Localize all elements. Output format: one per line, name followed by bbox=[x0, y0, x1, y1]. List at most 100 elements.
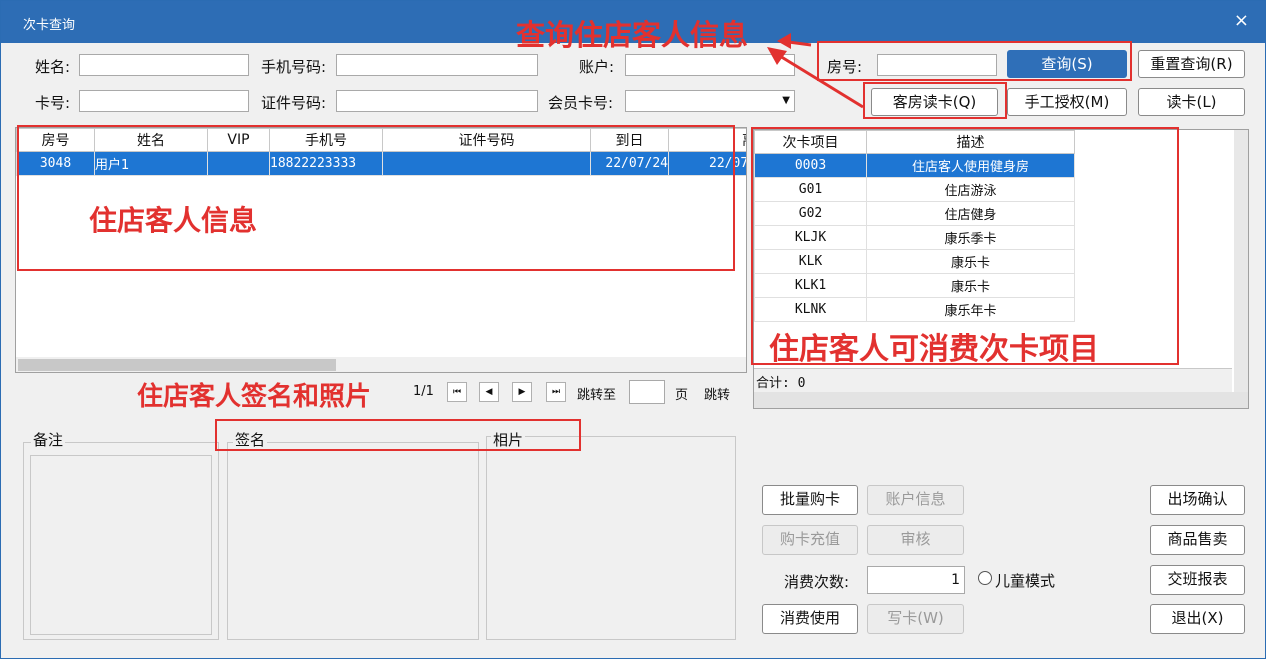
id-no-label: 证件号码: bbox=[261, 94, 327, 112]
table-row[interactable]: KLNK 康乐年卡 bbox=[754, 297, 1075, 322]
consume-count-input[interactable]: 1 bbox=[867, 566, 965, 594]
remark-panel bbox=[23, 442, 219, 640]
reset-query-button[interactable]: 重置查询(R) bbox=[1138, 50, 1245, 78]
table-row[interactable]: G01 住店游泳 bbox=[754, 177, 1075, 202]
card-table-header: 次卡项目 描述 bbox=[754, 130, 1075, 154]
goto-page-input[interactable] bbox=[629, 380, 665, 404]
phone-input[interactable] bbox=[336, 54, 538, 76]
prev-page-icon[interactable]: ◀ bbox=[479, 382, 499, 402]
table-row[interactable]: KLK 康乐卡 bbox=[754, 249, 1075, 274]
cell-vip bbox=[207, 151, 270, 176]
table-row[interactable]: KLJK 康乐季卡 bbox=[754, 225, 1075, 250]
table-row[interactable]: KLK1 康乐卡 bbox=[754, 273, 1075, 298]
cell-name: 用户1 bbox=[94, 151, 208, 176]
card-query-window: 次卡查询 × 姓名: 手机号码: 账户: 房号: 查询(S) 重置查询(R) 卡… bbox=[0, 0, 1266, 659]
close-icon[interactable]: × bbox=[1234, 10, 1249, 31]
cell-desc: 康乐卡 bbox=[866, 273, 1075, 298]
photo-title: 相片 bbox=[491, 429, 526, 450]
cell-code: KLNK bbox=[754, 297, 867, 322]
cell-desc: 康乐季卡 bbox=[866, 225, 1075, 250]
room-input[interactable] bbox=[877, 54, 997, 76]
col-room[interactable]: 房号 bbox=[16, 128, 95, 152]
child-mode-label: 儿童模式 bbox=[995, 572, 1056, 590]
page-unit-label: 页 bbox=[675, 388, 689, 403]
card-horizontal-scrollbar[interactable] bbox=[754, 392, 1248, 408]
col-arrive[interactable]: 到日 bbox=[590, 128, 669, 152]
manual-auth-button[interactable]: 手工授权(M) bbox=[1007, 88, 1127, 116]
window-title: 次卡查询 bbox=[23, 18, 76, 33]
col-name[interactable]: 姓名 bbox=[94, 128, 208, 152]
phone-label: 手机号码: bbox=[261, 58, 327, 76]
card-no-label: 卡号: bbox=[35, 94, 71, 112]
goods-sale-button[interactable]: 商品售卖 bbox=[1150, 525, 1245, 555]
name-label: 姓名: bbox=[35, 58, 71, 76]
annotation-sign-photo: 住店客人签名和照片 bbox=[137, 382, 372, 412]
remark-title: 备注 bbox=[31, 429, 66, 450]
name-input[interactable] bbox=[79, 54, 249, 76]
read-card-button[interactable]: 读卡(L) bbox=[1138, 88, 1245, 116]
room-read-card-button[interactable]: 客房读卡(Q) bbox=[871, 88, 998, 116]
consume-count-label: 消费次数: bbox=[784, 573, 850, 591]
cell-code: KLK1 bbox=[754, 273, 867, 298]
last-page-icon[interactable]: ⏭ bbox=[546, 382, 566, 402]
cell-desc: 住店健身 bbox=[866, 201, 1075, 226]
cell-code: G02 bbox=[754, 201, 867, 226]
scrollbar-thumb[interactable] bbox=[18, 359, 336, 371]
annotation-arrows bbox=[767, 33, 864, 109]
signature-title: 签名 bbox=[233, 429, 268, 450]
cell-code: KLK bbox=[754, 249, 867, 274]
horizontal-scrollbar[interactable] bbox=[16, 357, 746, 372]
cell-desc: 康乐年卡 bbox=[866, 297, 1075, 322]
goto-label: 跳转至 bbox=[577, 388, 617, 403]
col-id[interactable]: 证件号码 bbox=[382, 128, 591, 152]
signature-panel bbox=[227, 442, 479, 640]
col-leave[interactable]: 离 bbox=[668, 128, 746, 152]
audit-button[interactable]: 审核 bbox=[867, 525, 964, 555]
first-page-icon[interactable]: ⏮ bbox=[447, 382, 467, 402]
exit-confirm-button[interactable]: 出场确认 bbox=[1150, 485, 1245, 515]
annotation-query-info: 查询住店客人信息 bbox=[516, 18, 749, 52]
goto-button[interactable]: 跳转 bbox=[704, 384, 730, 403]
child-mode-radio[interactable] bbox=[978, 571, 992, 585]
guest-table-header: 房号 姓名 VIP 手机号 证件号码 到日 离 bbox=[16, 128, 746, 152]
col-phone[interactable]: 手机号 bbox=[269, 128, 383, 152]
cell-phone: 18822223333 bbox=[269, 151, 383, 176]
account-info-button[interactable]: 账户信息 bbox=[867, 485, 964, 515]
cell-room: 3048 bbox=[16, 151, 95, 176]
card-no-input[interactable] bbox=[79, 90, 249, 112]
cell-desc: 康乐卡 bbox=[866, 249, 1075, 274]
arrow-head-short bbox=[777, 33, 791, 49]
id-no-input[interactable] bbox=[336, 90, 538, 112]
cell-code: G01 bbox=[754, 177, 867, 202]
cell-desc: 住店游泳 bbox=[866, 177, 1075, 202]
photo-panel bbox=[486, 436, 736, 640]
member-card-label: 会员卡号: bbox=[548, 94, 614, 112]
exit-button[interactable]: 退出(X) bbox=[1150, 604, 1245, 634]
col-vip[interactable]: VIP bbox=[207, 128, 270, 152]
arrow-line-long bbox=[774, 51, 864, 109]
query-button[interactable]: 查询(S) bbox=[1007, 50, 1127, 78]
col-description[interactable]: 描述 bbox=[866, 130, 1075, 154]
cell-desc: 住店客人使用健身房 bbox=[866, 153, 1075, 178]
guest-table: 房号 姓名 VIP 手机号 证件号码 到日 离 3048 用户1 1882222… bbox=[15, 127, 747, 373]
account-label: 账户: bbox=[579, 58, 615, 76]
write-card-button[interactable]: 写卡(W) bbox=[867, 604, 964, 634]
remark-box[interactable] bbox=[30, 455, 212, 635]
cell-leave: 22/07/ bbox=[668, 151, 746, 176]
col-card-item[interactable]: 次卡项目 bbox=[754, 130, 867, 154]
shift-report-button[interactable]: 交班报表 bbox=[1150, 565, 1245, 595]
page-indicator: 1/1 bbox=[413, 384, 434, 399]
annotation-card-items: 住店客人可消费次卡项目 bbox=[769, 332, 1099, 367]
total-count: 合计: 0 bbox=[754, 368, 1232, 392]
batch-buy-button[interactable]: 批量购卡 bbox=[762, 485, 858, 515]
consume-use-button[interactable]: 消费使用 bbox=[762, 604, 858, 634]
cell-arrive: 22/07/24 bbox=[590, 151, 669, 176]
card-vertical-scrollbar[interactable] bbox=[1234, 130, 1248, 392]
next-page-icon[interactable]: ▶ bbox=[512, 382, 532, 402]
annotation-guest-info: 住店客人信息 bbox=[89, 204, 258, 237]
table-row[interactable]: G02 住店健身 bbox=[754, 201, 1075, 226]
cell-code: 0003 bbox=[754, 153, 867, 178]
table-row[interactable]: 3048 用户1 18822223333 22/07/24 22/07/ bbox=[16, 151, 746, 176]
table-row[interactable]: 0003 住店客人使用健身房 bbox=[754, 153, 1075, 178]
recharge-button[interactable]: 购卡充值 bbox=[762, 525, 858, 555]
